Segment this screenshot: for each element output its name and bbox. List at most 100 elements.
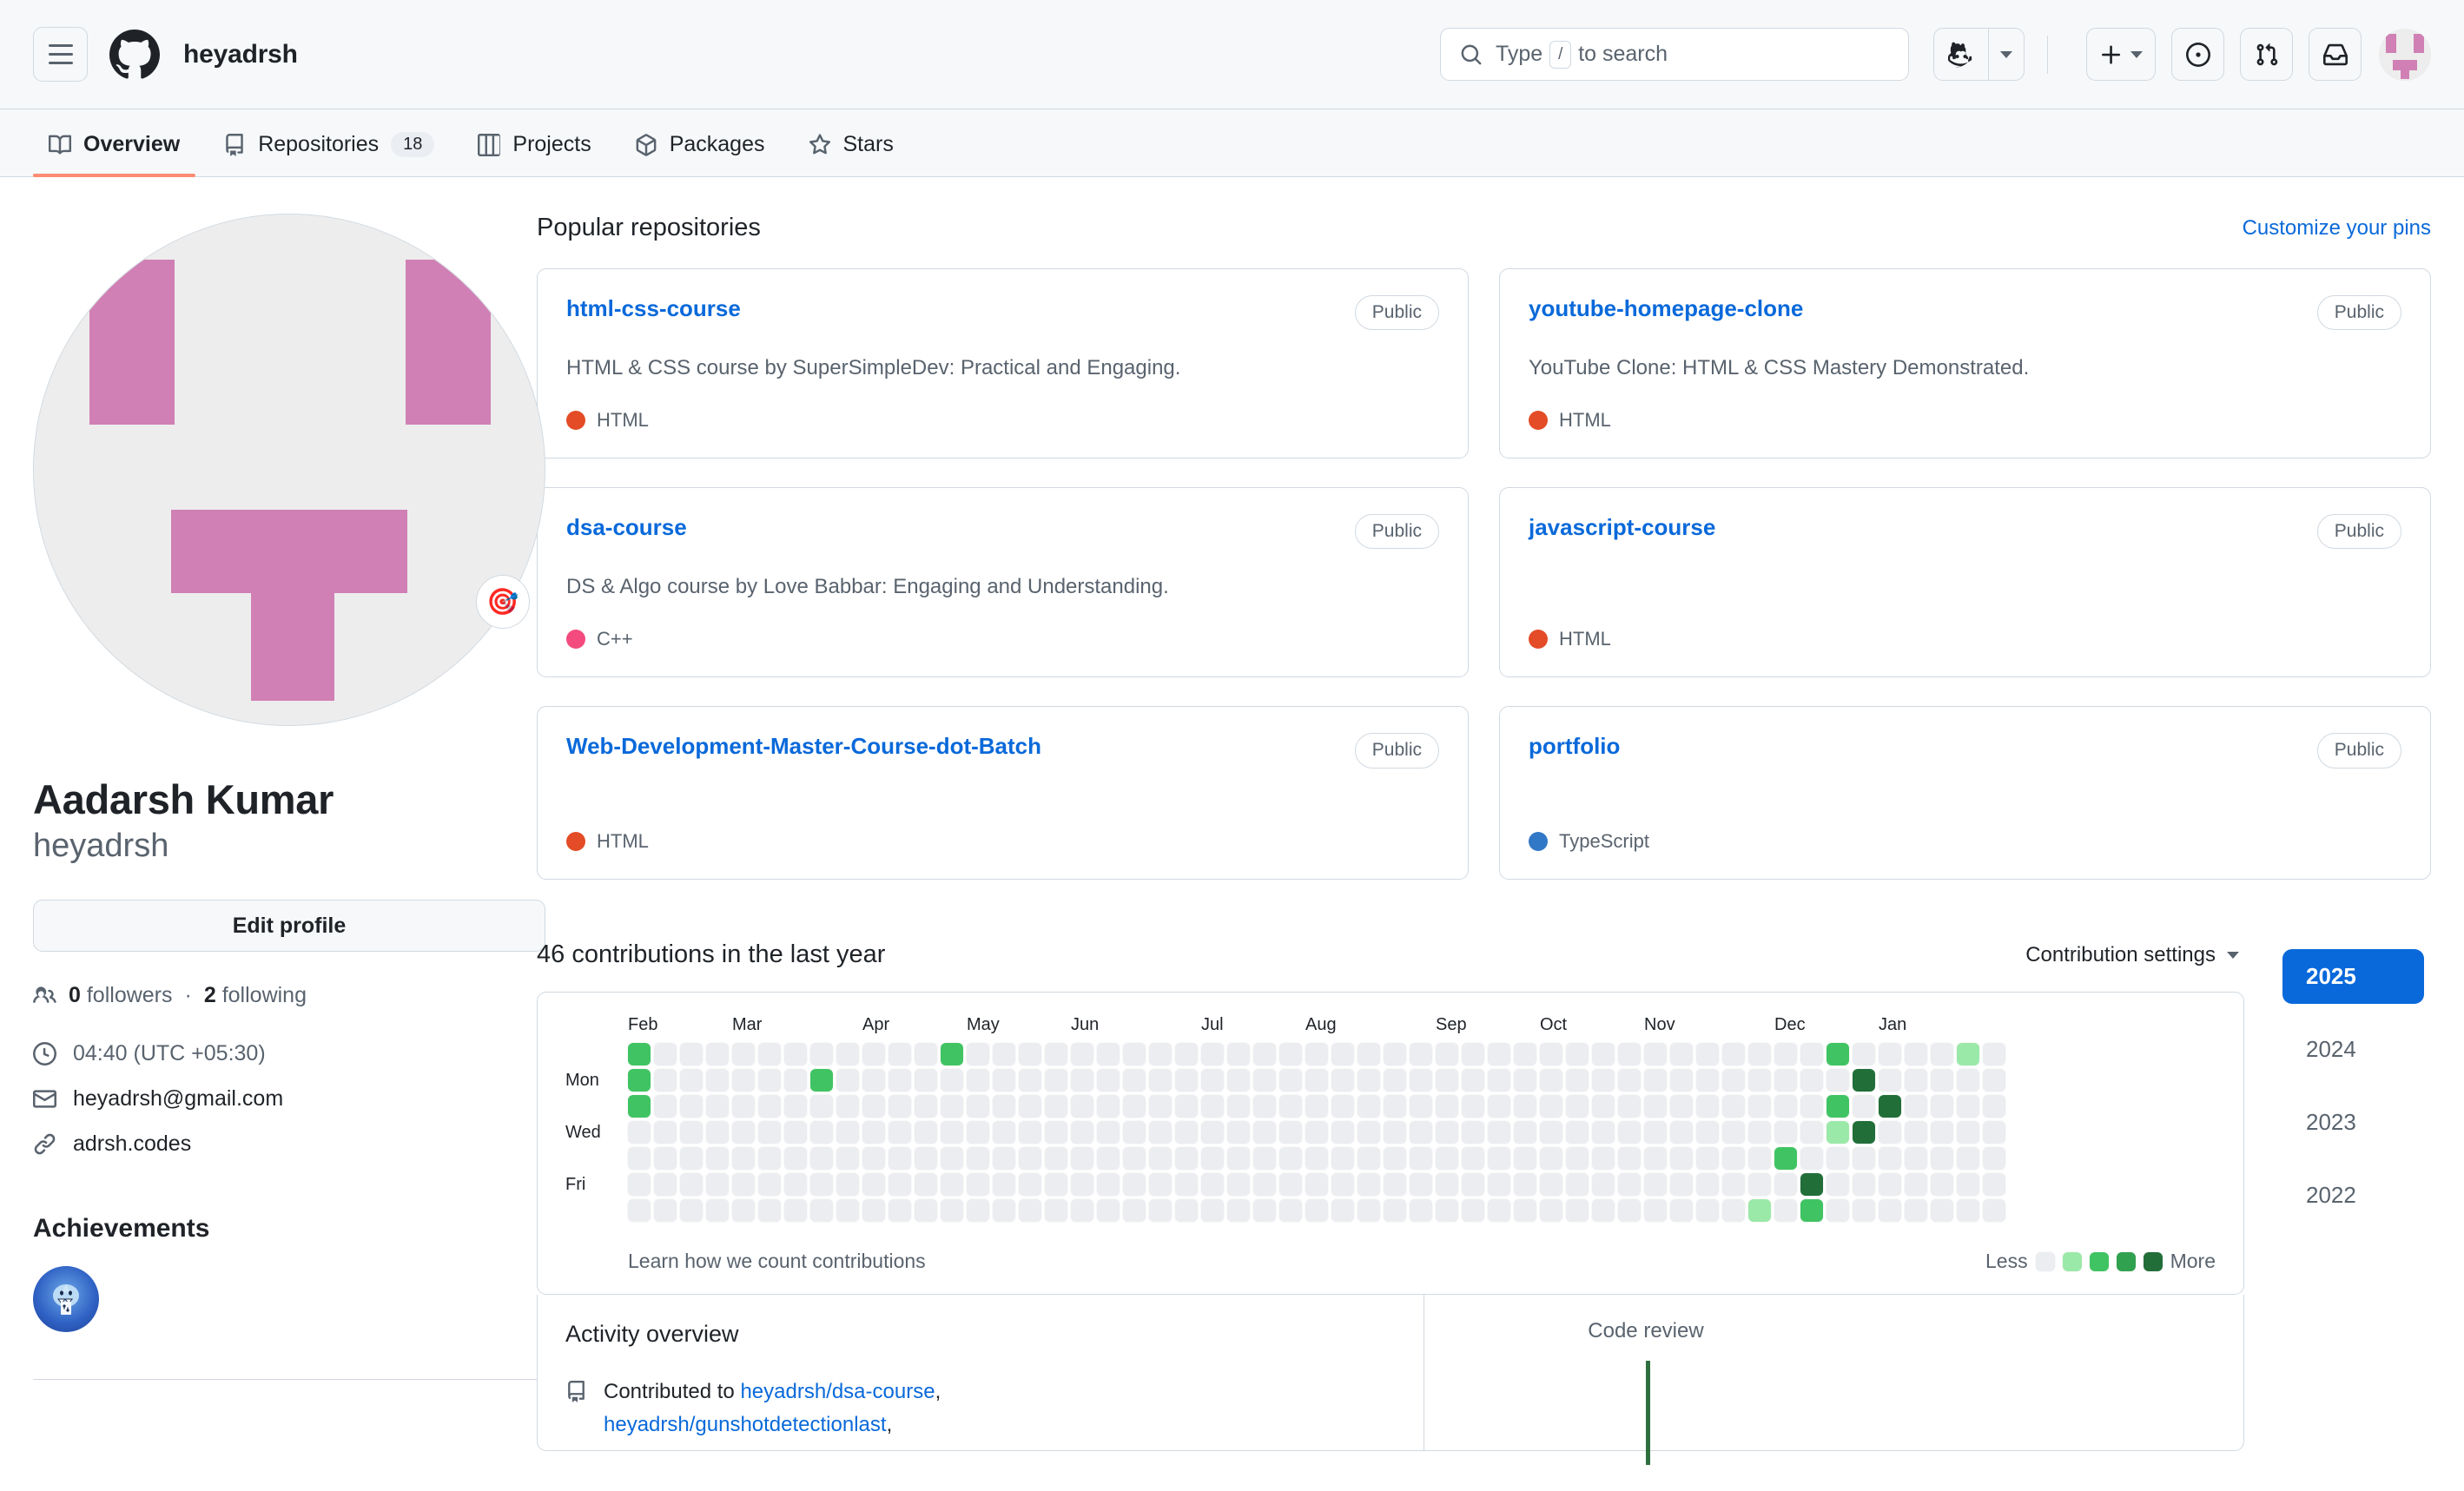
contribution-cell[interactable] (1253, 1199, 1276, 1223)
hamburger-icon[interactable] (33, 27, 88, 82)
contribution-cell[interactable] (628, 1121, 651, 1145)
contribution-cell[interactable] (1722, 1121, 1745, 1145)
contribution-cell[interactable] (862, 1147, 885, 1171)
contribution-cell[interactable] (758, 1147, 781, 1171)
contribution-cell[interactable] (1019, 1173, 1041, 1197)
contribution-cell[interactable] (1331, 1069, 1354, 1092)
create-new-button[interactable] (2086, 28, 2156, 81)
contribution-cell[interactable] (1305, 1173, 1328, 1197)
contribution-cell[interactable] (1748, 1069, 1771, 1092)
contribution-cell[interactable] (1331, 1199, 1354, 1223)
contribution-cell[interactable] (784, 1199, 807, 1223)
contribution-cell[interactable] (1436, 1043, 1458, 1066)
contribution-cell[interactable] (1436, 1121, 1458, 1145)
contribution-cell[interactable] (1670, 1095, 1693, 1118)
contribution-cell[interactable] (1305, 1121, 1328, 1145)
contribution-cell[interactable] (836, 1199, 859, 1223)
contribution-cell[interactable] (1227, 1173, 1250, 1197)
contribution-cell[interactable] (1097, 1147, 1120, 1171)
contribution-cell[interactable] (915, 1095, 937, 1118)
contribution-cell[interactable] (1123, 1173, 1146, 1197)
contribution-cell[interactable] (1905, 1147, 1927, 1171)
contribution-cell[interactable] (1045, 1095, 1067, 1118)
avatar[interactable] (33, 214, 545, 726)
contribution-cell[interactable] (732, 1121, 755, 1145)
contribution-cell[interactable] (1879, 1199, 1901, 1223)
contribution-cell[interactable] (1905, 1095, 1927, 1118)
contribution-cell[interactable] (1748, 1173, 1771, 1197)
contribution-cell[interactable] (1227, 1199, 1250, 1223)
contribution-cell[interactable] (758, 1121, 781, 1145)
contribution-cell[interactable] (1957, 1199, 1979, 1223)
contribution-cell[interactable] (1827, 1147, 1849, 1171)
contribution-cell[interactable] (1957, 1095, 1979, 1118)
contribution-cell[interactable] (1879, 1095, 1901, 1118)
contribution-cell[interactable] (1827, 1173, 1849, 1197)
contribution-cell[interactable] (1879, 1069, 1901, 1092)
contribution-cell[interactable] (810, 1121, 833, 1145)
contribution-cell[interactable] (1514, 1043, 1536, 1066)
contribution-cell[interactable] (1045, 1069, 1067, 1092)
contribution-cell[interactable] (1774, 1095, 1797, 1118)
contribution-cell[interactable] (680, 1095, 703, 1118)
contribution-cell[interactable] (1774, 1147, 1797, 1171)
contribution-cell[interactable] (1305, 1147, 1328, 1171)
contribution-cell[interactable] (680, 1121, 703, 1145)
tab-projects[interactable]: Projects (462, 132, 606, 176)
contribution-cell[interactable] (628, 1173, 651, 1197)
contribution-cell[interactable] (1175, 1173, 1198, 1197)
contribution-cell[interactable] (1983, 1173, 2005, 1197)
contribution-cell[interactable] (1410, 1043, 1432, 1066)
contribution-cell[interactable] (1644, 1199, 1667, 1223)
contribution-cell[interactable] (1853, 1121, 1875, 1145)
repo-card[interactable]: portfolio Public TypeScript (1499, 706, 2431, 881)
contribution-cell[interactable] (1279, 1173, 1302, 1197)
contribution-cell[interactable] (1123, 1069, 1146, 1092)
contribution-cell[interactable] (1983, 1069, 2005, 1092)
contribution-cell[interactable] (1019, 1199, 1041, 1223)
contribution-cell[interactable] (1905, 1121, 1927, 1145)
contribution-cell[interactable] (758, 1069, 781, 1092)
pull-shark-badge[interactable] (33, 1266, 99, 1333)
contribution-cell[interactable] (1149, 1199, 1172, 1223)
contribution-cell[interactable] (1670, 1121, 1693, 1145)
contribution-cell[interactable] (967, 1173, 989, 1197)
contribution-cell[interactable] (1905, 1043, 1927, 1066)
contribution-cell[interactable] (1696, 1173, 1719, 1197)
year-button-2025[interactable]: 2025 (2282, 949, 2424, 1005)
contribution-cell[interactable] (1279, 1199, 1302, 1223)
contribution-cell[interactable] (1644, 1121, 1667, 1145)
contribution-cell[interactable] (888, 1147, 911, 1171)
contribution-cell[interactable] (1566, 1121, 1589, 1145)
contribution-cell[interactable] (680, 1199, 703, 1223)
email-row[interactable]: heyadrsh@gmail.com (33, 1086, 467, 1112)
contribution-cell[interactable] (967, 1147, 989, 1171)
contribution-cell[interactable] (1957, 1147, 1979, 1171)
contribution-cell[interactable] (1436, 1069, 1458, 1092)
contribution-cell[interactable] (1358, 1043, 1380, 1066)
contribution-cell[interactable] (888, 1095, 911, 1118)
contribution-cell[interactable] (1227, 1069, 1250, 1092)
contribution-cell[interactable] (1957, 1069, 1979, 1092)
contribution-cell[interactable] (941, 1147, 963, 1171)
contribution-cell[interactable] (836, 1173, 859, 1197)
contribution-cell[interactable] (1618, 1043, 1641, 1066)
contribution-cell[interactable] (1540, 1147, 1562, 1171)
contribution-cell[interactable] (1748, 1095, 1771, 1118)
contribution-cell[interactable] (1540, 1199, 1562, 1223)
contribution-cell[interactable] (1123, 1199, 1146, 1223)
contribution-cell[interactable] (732, 1173, 755, 1197)
contribution-cell[interactable] (1358, 1147, 1380, 1171)
contribution-cell[interactable] (915, 1121, 937, 1145)
contribution-cell[interactable] (1514, 1095, 1536, 1118)
contribution-cell[interactable] (758, 1043, 781, 1066)
contribution-cell[interactable] (1748, 1147, 1771, 1171)
contribution-cell[interactable] (967, 1121, 989, 1145)
contribution-cell[interactable] (1201, 1173, 1224, 1197)
contribution-cell[interactable] (1774, 1069, 1797, 1092)
contribution-cell[interactable] (1227, 1095, 1250, 1118)
contribution-cell[interactable] (1175, 1095, 1198, 1118)
contribution-cell[interactable] (1410, 1069, 1432, 1092)
contribution-cell[interactable] (1618, 1199, 1641, 1223)
contribution-cell[interactable] (1253, 1095, 1276, 1118)
